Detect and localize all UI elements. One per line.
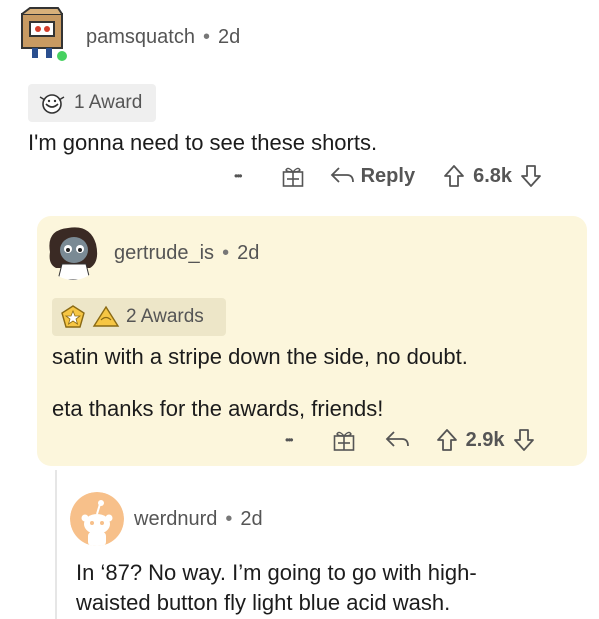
gift-icon <box>282 167 303 187</box>
curly-hair-avatar-icon <box>44 222 102 280</box>
gift-award-button[interactable] <box>332 428 356 452</box>
wholesome-award-icon <box>39 94 65 114</box>
comment-body-line-2: waisted button fly light blue acid wash. <box>76 590 451 615</box>
upvote-arrow-icon <box>444 165 464 187</box>
gift-icon <box>333 431 354 451</box>
upvote-button[interactable] <box>443 164 465 188</box>
gold-star-award-icon <box>61 305 85 328</box>
comment-username[interactable]: gertrude_is <box>114 242 214 265</box>
avatar-gertrude-is[interactable] <box>44 222 102 280</box>
comment-age: 2d <box>217 26 241 48</box>
awards-pill[interactable]: 2 Awards <box>52 298 226 336</box>
downvote-button[interactable] <box>520 164 542 188</box>
more-options-button[interactable]: ••• <box>234 169 242 183</box>
upvote-arrow-icon <box>436 429 457 451</box>
reply-button[interactable]: Reply <box>329 165 415 188</box>
comment-body: I'm gonna need to see these shorts. <box>28 130 378 155</box>
reply-label: Reply <box>360 164 416 187</box>
reply-icon <box>385 431 409 447</box>
snoo-avatar-icon <box>70 492 124 546</box>
reply-icon <box>330 167 354 183</box>
comment-body-line-1: In ‘87? No way. I’m going to go with hig… <box>76 560 477 585</box>
vote-score: 2.9k <box>465 428 505 451</box>
downvote-arrow-icon <box>513 429 534 451</box>
upvote-button[interactable] <box>436 428 458 452</box>
gold-triangle-award-icon <box>92 305 120 327</box>
gift-award-button[interactable] <box>281 164 305 188</box>
comment-body-line-1: satin with a stripe down the side, no do… <box>52 344 468 369</box>
comment-age: 2d <box>240 508 263 530</box>
comment-username[interactable]: werdnurd <box>134 508 217 531</box>
downvote-button[interactable] <box>513 428 535 452</box>
avatar-werdnurd[interactable] <box>70 492 124 546</box>
reply-button[interactable] <box>384 429 410 451</box>
downvote-arrow-icon <box>521 165 541 187</box>
separator-dot: • <box>202 26 210 48</box>
avatar-pamsquatch[interactable] <box>14 6 70 63</box>
comment-actions: ••• 2.9k <box>285 428 535 452</box>
box-character-icon <box>21 7 69 63</box>
comment-actions: ••• Reply 6.8k <box>234 164 542 188</box>
vote-score: 6.8k <box>473 164 513 187</box>
more-options-button[interactable]: ••• <box>285 433 293 447</box>
awards-pill[interactable]: 1 Award <box>28 84 156 122</box>
comment-username[interactable]: pamsquatch <box>86 26 195 49</box>
awards-count: 2 Awards <box>126 306 204 327</box>
separator-dot: • <box>225 508 233 530</box>
awards-count: 1 Award <box>74 92 143 113</box>
thread-line[interactable] <box>55 470 57 619</box>
comment-age: 2d <box>237 242 260 264</box>
comment-body-line-2: eta thanks for the awards, friends! <box>52 396 384 421</box>
separator-dot: • <box>222 242 230 264</box>
